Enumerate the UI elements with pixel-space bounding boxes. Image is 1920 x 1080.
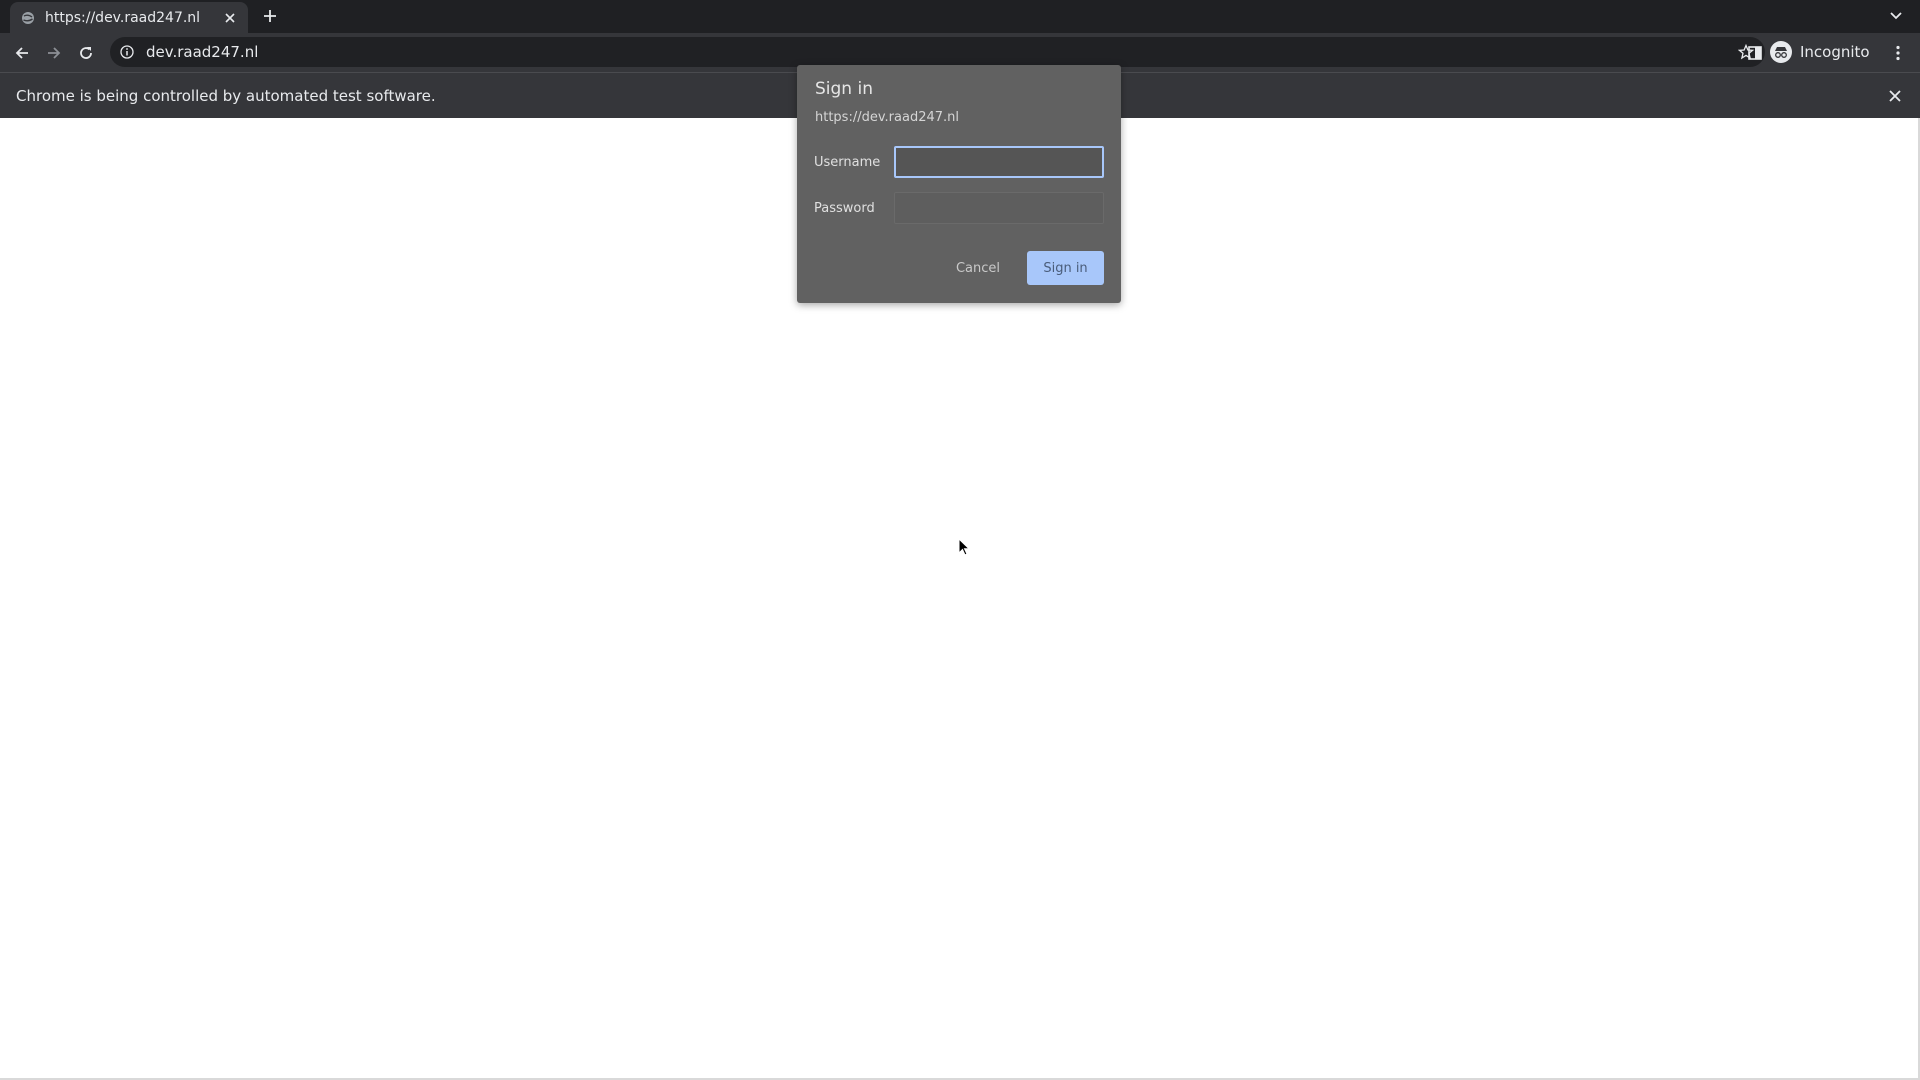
- infobar-message: Chrome is being controlled by automated …: [16, 86, 436, 105]
- incognito-profile-button[interactable]: Incognito: [1770, 38, 1870, 66]
- tab-strip: https://dev.raad247.nl: [0, 0, 1920, 33]
- profile-label: Incognito: [1800, 43, 1870, 61]
- close-icon[interactable]: [218, 6, 242, 30]
- password-field[interactable]: [894, 192, 1104, 224]
- tab-title: https://dev.raad247.nl: [45, 9, 201, 26]
- side-panel-icon[interactable]: [1741, 39, 1769, 67]
- plus-icon[interactable]: [258, 4, 282, 28]
- kebab-menu-icon[interactable]: [1884, 39, 1912, 67]
- globe-icon: [20, 10, 36, 26]
- sign-in-button[interactable]: Sign in: [1027, 251, 1104, 285]
- browser-tab[interactable]: https://dev.raad247.nl: [10, 2, 248, 33]
- chevron-down-icon[interactable]: [1884, 4, 1908, 28]
- mouse-cursor-icon: [958, 537, 972, 558]
- address-url: dev.raad247.nl: [146, 43, 259, 61]
- username-label: Username: [814, 155, 881, 170]
- reload-icon[interactable]: [72, 39, 100, 67]
- incognito-icon: [1770, 41, 1792, 63]
- http-auth-dialog: Sign in https://dev.raad247.nl Username …: [797, 65, 1121, 303]
- dialog-title: Sign in: [815, 79, 873, 99]
- address-bar[interactable]: dev.raad247.nl: [110, 37, 1765, 67]
- info-icon[interactable]: [118, 43, 136, 61]
- dialog-origin: https://dev.raad247.nl: [815, 110, 959, 125]
- cancel-button[interactable]: Cancel: [941, 251, 1015, 285]
- username-field[interactable]: [894, 146, 1104, 178]
- back-arrow-icon[interactable]: [8, 39, 36, 67]
- close-icon[interactable]: [1884, 85, 1906, 107]
- forward-arrow-icon[interactable]: [40, 39, 68, 67]
- password-label: Password: [814, 201, 875, 216]
